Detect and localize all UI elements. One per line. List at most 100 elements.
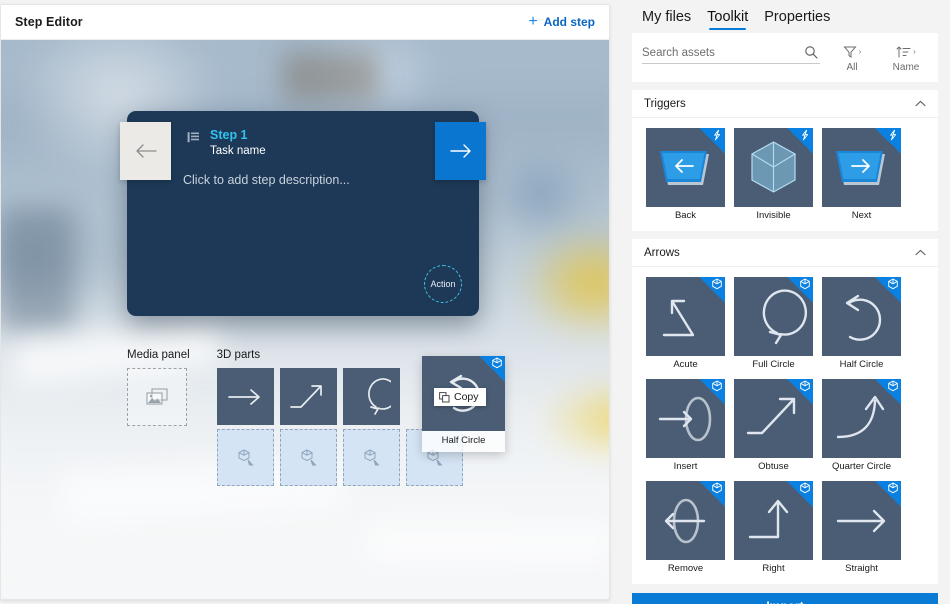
asset-name: Invisible — [756, 210, 791, 221]
drag-preview-caption: Half Circle — [441, 435, 486, 446]
chevron-right-icon: › — [858, 46, 862, 56]
asset-insert[interactable]: Insert — [646, 379, 725, 472]
toolkit-pane: My files Toolkit Properties Search asset… — [620, 0, 950, 604]
trigger-badge-icon — [787, 128, 813, 154]
cube-badge-icon — [787, 481, 813, 507]
editor-stage: Step 1 Task name Click to add step descr… — [1, 40, 609, 599]
filter-label: All — [846, 62, 858, 73]
cube-glyph-icon — [799, 482, 811, 494]
trigger-glyph-icon — [711, 129, 723, 141]
part-drop-slot[interactable] — [216, 429, 274, 486]
part-tile-full-circle[interactable] — [342, 368, 400, 425]
image-icon — [146, 388, 168, 406]
asset-next[interactable]: Next — [822, 128, 901, 221]
cube-badge-icon — [787, 379, 813, 405]
step-number-label: Step 1 — [210, 128, 248, 142]
trigger-glyph-icon — [887, 129, 899, 141]
asset-name: Acute — [673, 359, 698, 370]
import-button[interactable]: Import — [632, 593, 938, 604]
asset-thumb — [646, 128, 725, 207]
step-description-field[interactable]: Click to add step description... — [183, 173, 350, 187]
asset-name: Insert — [673, 461, 698, 472]
asset-thumb — [734, 379, 813, 458]
cube-badge-icon — [699, 481, 725, 507]
step-editor-card: Step Editor + Add step Step 1 Task name … — [0, 4, 610, 600]
chevron-up-icon[interactable] — [915, 249, 926, 256]
tab-my-files[interactable]: My files — [642, 0, 691, 33]
search-input[interactable] — [642, 47, 820, 59]
import-area: Import — [632, 593, 938, 604]
asset-name: Back — [674, 210, 697, 221]
asset-name: Remove — [667, 563, 704, 574]
next-button[interactable] — [435, 122, 486, 180]
asset-name: Straight — [845, 563, 878, 574]
media-drop-zone[interactable] — [127, 368, 187, 426]
list-icon — [187, 131, 200, 144]
part-drop-slot[interactable] — [342, 429, 400, 486]
search-icon[interactable] — [804, 45, 818, 59]
asset-thumb — [734, 481, 813, 560]
cube-glyph-icon — [799, 380, 811, 392]
chevron-up-icon[interactable] — [915, 100, 926, 107]
arrow-left-icon — [134, 143, 158, 159]
asset-invisible[interactable]: Invisible — [734, 128, 813, 221]
section-arrows-header[interactable]: Arrows — [632, 239, 938, 267]
part-tile-straight[interactable] — [216, 368, 274, 425]
section-triggers-header[interactable]: Triggers — [632, 90, 938, 118]
trigger-glyph-icon — [799, 129, 811, 141]
cube-badge-icon — [699, 277, 725, 303]
sort-control[interactable]: › Name — [884, 43, 928, 73]
action-button[interactable]: Action — [424, 265, 462, 303]
editor-panels: Media panel 3D parts — [127, 349, 463, 486]
section-arrows-title: Arrows — [644, 246, 680, 259]
asset-name: Obtuse — [758, 461, 789, 472]
background-blur-shape — [281, 51, 380, 102]
action-label: Action — [430, 279, 456, 289]
back-button[interactable] — [120, 122, 171, 180]
step-titles: Step 1 Task name — [210, 128, 266, 160]
cube-glyph-icon — [799, 278, 811, 290]
asset-right[interactable]: Right — [734, 481, 813, 574]
section-arrows: Arrows Acute Full Circle Half Circle Ins… — [632, 239, 938, 584]
cube-badge-icon — [875, 277, 901, 303]
asset-thumb — [646, 379, 725, 458]
section-triggers: Triggers Back Invisible Next — [632, 90, 938, 231]
arrow-right-icon — [449, 143, 473, 159]
asset-half-circle[interactable]: Half Circle — [822, 277, 901, 370]
asset-acute[interactable]: Acute — [646, 277, 725, 370]
cube-glyph-icon — [711, 278, 723, 290]
background-blur-shape — [1, 208, 75, 332]
cube-badge-icon — [875, 481, 901, 507]
trigger-badge-icon — [875, 128, 901, 154]
asset-thumb — [822, 277, 901, 356]
filter-control[interactable]: › All — [830, 43, 874, 73]
tab-toolkit[interactable]: Toolkit — [707, 0, 748, 33]
asset-straight[interactable]: Straight — [822, 481, 901, 574]
sort-icon — [896, 45, 911, 59]
asset-name: Quarter Circle — [831, 461, 892, 472]
media-panel-title: Media panel — [127, 349, 190, 361]
asset-quarter-circle[interactable]: Quarter Circle — [822, 379, 901, 472]
asset-name: Half Circle — [839, 359, 884, 370]
trigger-badge-icon — [699, 128, 725, 154]
asset-remove[interactable]: Remove — [646, 481, 725, 574]
cube-glyph-icon — [491, 357, 503, 369]
cube-glyph-icon — [887, 278, 899, 290]
plus-icon: + — [528, 13, 538, 30]
asset-obtuse[interactable]: Obtuse — [734, 379, 813, 472]
add-step-button[interactable]: + Add step — [528, 14, 595, 30]
tab-properties[interactable]: Properties — [764, 0, 830, 33]
sort-label: Name — [892, 62, 920, 73]
asset-full-circle[interactable]: Full Circle — [734, 277, 813, 370]
drag-preview[interactable]: Copy Half Circle — [422, 356, 505, 452]
step-card[interactable]: Step 1 Task name Click to add step descr… — [120, 111, 486, 316]
app-root: Step Editor + Add step Step 1 Task name … — [0, 0, 950, 604]
part-tile-obtuse[interactable] — [279, 368, 337, 425]
part-drop-slot[interactable] — [279, 429, 337, 486]
asset-back[interactable]: Back — [646, 128, 725, 221]
cube-badge-icon — [699, 379, 725, 405]
cube-badge-icon — [875, 379, 901, 405]
add-step-label: Add step — [543, 15, 595, 29]
cube-badge-icon — [479, 356, 505, 382]
asset-thumb — [822, 128, 901, 207]
